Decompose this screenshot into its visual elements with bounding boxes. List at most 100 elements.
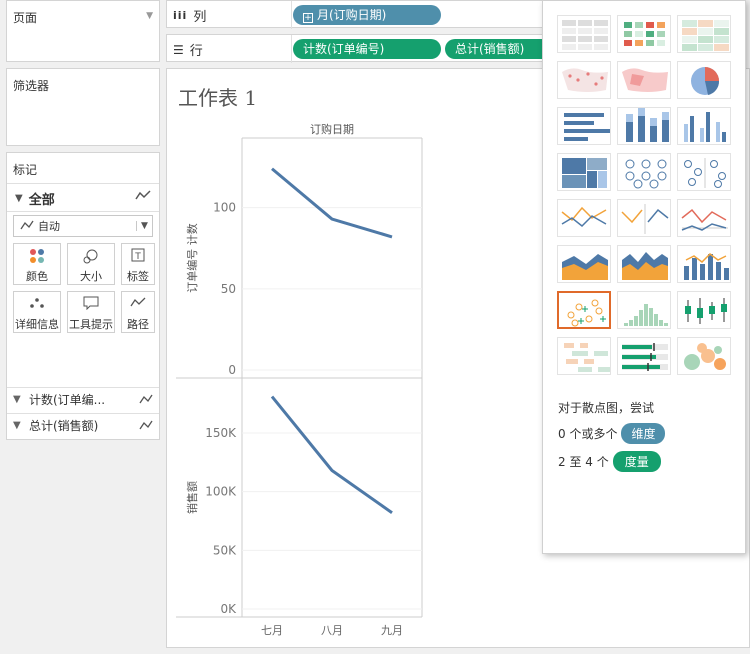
area-chart-icon[interactable] bbox=[557, 245, 611, 283]
columns-shelf[interactable]: iii 列 + 月(订购日期) bbox=[166, 0, 556, 29]
y-tick-label: 150K bbox=[205, 426, 237, 440]
label-label: 标签 bbox=[127, 270, 149, 283]
tooltip-icon bbox=[68, 296, 114, 316]
y-tick-label: 0K bbox=[220, 602, 237, 616]
marks-measure-row[interactable]: ▼ 总计(销售额) bbox=[7, 413, 159, 437]
side-by-side-bar-icon[interactable] bbox=[677, 107, 731, 145]
x-tick-label: 九月 bbox=[381, 624, 403, 637]
dual-combination-icon[interactable] bbox=[677, 199, 731, 237]
mark-type-value: 自动 bbox=[38, 220, 60, 233]
rows-shelf[interactable]: ☰ 行 计数(订单编号) 总计(销售额) bbox=[166, 34, 557, 63]
text-table-icon[interactable] bbox=[557, 15, 611, 53]
pie-chart-icon[interactable] bbox=[677, 61, 731, 99]
dual-line-icon[interactable] bbox=[617, 199, 671, 237]
pages-card[interactable]: 页面 ▼ bbox=[6, 0, 160, 62]
color-label: 颜色 bbox=[26, 270, 48, 283]
marks-measure-row-label: 计数(订单编... bbox=[29, 393, 106, 407]
x-tick-label: 八月 bbox=[321, 624, 343, 637]
label-button[interactable]: T 标签 bbox=[121, 243, 155, 285]
series-line bbox=[270, 395, 393, 514]
line-mark-icon bbox=[135, 393, 153, 407]
y-tick-label: 0 bbox=[228, 363, 236, 377]
size-icon bbox=[68, 248, 114, 268]
mark-type-select[interactable]: 自动 ▼ bbox=[13, 215, 153, 237]
column-header-title: 订购日期 bbox=[310, 122, 354, 136]
columns-label: 列 bbox=[193, 10, 207, 25]
y-tick-label: 50 bbox=[221, 282, 236, 296]
pages-menu-icon[interactable]: ▼ bbox=[146, 11, 153, 21]
measure-requirement-text: 2 至 4 个 bbox=[558, 455, 609, 469]
color-dots-icon bbox=[14, 248, 60, 268]
path-icon bbox=[122, 296, 154, 316]
marks-measure-row-label: 总计(销售额) bbox=[29, 419, 99, 433]
line-chart-icon[interactable] bbox=[557, 199, 611, 237]
rows-pill-label: 总计(销售额) bbox=[455, 42, 525, 56]
stacked-bar-icon[interactable] bbox=[617, 107, 671, 145]
bar-line-combo-icon[interactable] bbox=[677, 245, 731, 283]
svg-text:T: T bbox=[134, 252, 141, 262]
rows-pill-label: 计数(订单编号) bbox=[303, 42, 385, 56]
show-me-panel: 对于散点图，尝试 0 个或多个 维度 2 至 4 个 度量 bbox=[542, 0, 746, 554]
box-plot-icon[interactable] bbox=[677, 291, 731, 329]
rows-pill-sales[interactable]: 总计(销售额) bbox=[445, 39, 557, 59]
series-line bbox=[271, 167, 393, 239]
marks-all-label: 全部 bbox=[28, 193, 55, 208]
show-me-measure-requirement: 2 至 4 个 度量 bbox=[558, 451, 661, 472]
detail-label: 详细信息 bbox=[15, 318, 59, 331]
heat-map-icon[interactable] bbox=[617, 15, 671, 53]
worksheet-title: 工作表 1 bbox=[178, 86, 258, 110]
y-tick-label: 100K bbox=[205, 485, 237, 499]
horizontal-bar-icon[interactable] bbox=[557, 107, 611, 145]
side-by-side-circle-icon[interactable] bbox=[677, 153, 731, 191]
marks-card: 标记 ▼ 全部 自动 ▼ 颜色 大小 T 标签 详细信息 工具提示 路径 ▼ 计… bbox=[6, 152, 160, 440]
color-button[interactable]: 颜色 bbox=[13, 243, 61, 285]
chevron-down-icon: ▼ bbox=[13, 420, 21, 431]
tooltip-label: 工具提示 bbox=[69, 318, 113, 331]
tooltip-button[interactable]: 工具提示 bbox=[67, 291, 115, 333]
dropdown-arrow-icon: ▼ bbox=[136, 221, 152, 231]
dimension-pill: 维度 bbox=[621, 423, 666, 444]
size-button[interactable]: 大小 bbox=[67, 243, 115, 285]
marks-measure-row[interactable]: ▼ 计数(订单编... bbox=[7, 387, 159, 411]
gantt-chart-icon[interactable] bbox=[557, 337, 611, 375]
y-tick-label: 100 bbox=[213, 201, 236, 215]
path-label: 路径 bbox=[127, 318, 149, 331]
chevron-down-icon: ▼ bbox=[15, 193, 23, 204]
line-mark-icon bbox=[135, 189, 151, 204]
filled-map-icon[interactable] bbox=[617, 61, 671, 99]
path-button[interactable]: 路径 bbox=[121, 291, 155, 333]
discrete-area-icon[interactable] bbox=[617, 245, 671, 283]
rows-icon: ☰ bbox=[173, 42, 184, 57]
x-tick-label: 七月 bbox=[261, 624, 283, 637]
marks-all-header[interactable]: ▼ 全部 bbox=[15, 189, 55, 208]
dim-requirement-text: 0 个或多个 bbox=[558, 427, 618, 441]
rows-pill-count[interactable]: 计数(订单编号) bbox=[293, 39, 441, 59]
chevron-down-icon: ▼ bbox=[13, 394, 21, 405]
circle-view-icon[interactable] bbox=[617, 153, 671, 191]
expand-plus-icon: + bbox=[303, 13, 313, 23]
columns-pill-label: 月(订购日期) bbox=[317, 8, 387, 22]
highlight-table-icon[interactable] bbox=[677, 15, 731, 53]
histogram-icon[interactable] bbox=[617, 291, 671, 329]
text-label-icon: T bbox=[122, 248, 154, 268]
y-tick-label: 50K bbox=[213, 543, 237, 557]
chart-area[interactable]: 订购日期 0 50 100 订单编号 计数 0K 50K 100K 150K 销售额七月 八月 九月 bbox=[166, 110, 546, 640]
symbol-map-icon[interactable] bbox=[557, 61, 611, 99]
bullet-graph-icon[interactable] bbox=[617, 337, 671, 375]
y-axis-title: 销售额 bbox=[185, 481, 199, 514]
y-axis-title: 订单编号 计数 bbox=[185, 223, 199, 293]
filters-card[interactable]: 筛选器 bbox=[6, 68, 160, 146]
treemap-icon[interactable] bbox=[557, 153, 611, 191]
detail-dots-icon bbox=[14, 296, 60, 316]
detail-button[interactable]: 详细信息 bbox=[13, 291, 61, 333]
columns-shelf-label: iii 列 bbox=[173, 6, 206, 25]
columns-pill[interactable]: + 月(订购日期) bbox=[293, 5, 441, 25]
scatter-plot-icon[interactable] bbox=[557, 291, 611, 329]
line-chart-icon bbox=[20, 219, 34, 233]
rows-label: 行 bbox=[189, 44, 203, 59]
show-me-hint-title: 对于散点图，尝试 bbox=[558, 401, 655, 415]
columns-icon: iii bbox=[173, 9, 188, 22]
packed-bubbles-icon[interactable] bbox=[677, 337, 731, 375]
filters-title: 筛选器 bbox=[13, 79, 50, 93]
measure-pill: 度量 bbox=[612, 451, 661, 472]
